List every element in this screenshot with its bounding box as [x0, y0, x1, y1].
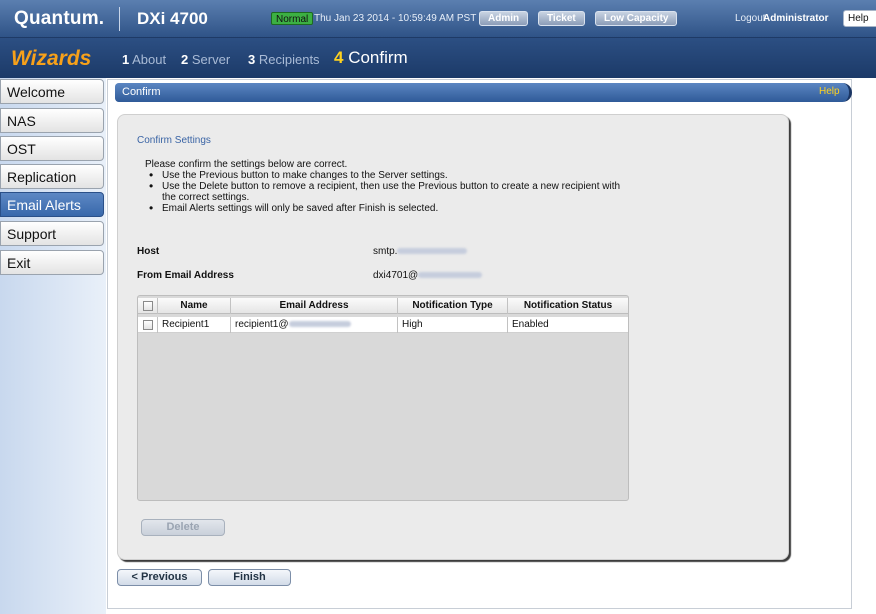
- recipient-email: recipient1@: [231, 317, 398, 333]
- admin-button[interactable]: Admin: [479, 11, 529, 26]
- section-header: [115, 83, 852, 102]
- logout-link[interactable]: Logout: [735, 12, 766, 25]
- low-capacity-button[interactable]: Low Capacity: [595, 11, 678, 26]
- instructions-list: Use the Previous button to make changes …: [145, 170, 635, 214]
- section-help-link[interactable]: Help: [819, 86, 840, 97]
- system-status-badge[interactable]: Normal: [271, 12, 314, 25]
- sidebar-item-email-alerts[interactable]: Email Alerts: [0, 192, 104, 217]
- from-email-label: From Email Address: [137, 270, 234, 281]
- select-all-cell: [138, 298, 158, 314]
- select-all-checkbox[interactable]: [143, 301, 153, 311]
- row-select-cell: [138, 317, 158, 333]
- product-name: DXi 4700: [137, 9, 208, 28]
- redacted-text: [397, 248, 468, 255]
- intro-text: Please confirm the settings below are co…: [145, 159, 348, 170]
- brand-divider: [119, 7, 120, 31]
- table-header-row: Name Email Address Notification Type Not…: [138, 298, 628, 314]
- column-header-notification-status[interactable]: Notification Status: [508, 298, 628, 314]
- recipient-email-text: recipient1@: [235, 319, 289, 330]
- step-label: Recipients: [258, 52, 320, 67]
- step-number: 1: [122, 52, 130, 67]
- wizard-step-recipients[interactable]: 3 Recipients: [248, 52, 320, 67]
- column-header-notification-type[interactable]: Notification Type: [398, 298, 508, 314]
- instruction-item: Email Alerts settings will only be saved…: [145, 203, 635, 214]
- redacted-text: [288, 321, 351, 328]
- from-email-text: dxi4701@: [373, 270, 419, 281]
- column-header-name[interactable]: Name: [158, 298, 231, 314]
- sidebar-item-support[interactable]: Support: [0, 221, 104, 246]
- column-header-email[interactable]: Email Address: [231, 298, 398, 314]
- wizards-title: Wizards: [11, 47, 92, 70]
- step-label: Server: [191, 52, 231, 67]
- ticket-button[interactable]: Ticket: [538, 11, 585, 26]
- panel-title: Confirm Settings: [137, 135, 211, 146]
- host-value-text: smtp.: [373, 246, 398, 257]
- host-label: Host: [137, 246, 160, 257]
- delete-button[interactable]: Delete: [141, 519, 225, 536]
- sidebar-item-welcome[interactable]: Welcome: [0, 79, 104, 104]
- finish-button[interactable]: Finish: [208, 569, 291, 586]
- instruction-item: Use the Delete button to remove a recipi…: [145, 181, 635, 203]
- sidebar-item-ost[interactable]: OST: [0, 136, 104, 161]
- quantum-logo: Quantum.: [14, 8, 105, 29]
- help-button[interactable]: Help: [843, 10, 876, 27]
- sidebar-item-replication[interactable]: Replication: [0, 164, 104, 189]
- wizard-step-confirm[interactable]: 4 Confirm: [334, 48, 408, 68]
- redacted-text: [418, 272, 483, 279]
- sidebar-item-exit[interactable]: Exit: [0, 250, 104, 275]
- notification-status: Enabled: [512, 319, 549, 330]
- instruction-item: Use the Previous button to make changes …: [145, 170, 635, 181]
- system-datetime: Thu Jan 23 2014 - 10:59:49 AM PST: [314, 13, 477, 24]
- wizard-step-server[interactable]: 2 Server: [181, 52, 230, 67]
- previous-button[interactable]: < Previous: [117, 569, 202, 586]
- step-number: 2: [181, 52, 189, 67]
- host-value: smtp.: [373, 246, 468, 257]
- row-checkbox[interactable]: [143, 320, 153, 330]
- recipient-name: Recipient1: [158, 317, 231, 333]
- wizard-step-about[interactable]: 1 About: [122, 52, 166, 67]
- section-title: Confirm: [122, 86, 161, 98]
- step-number: 4: [334, 48, 344, 67]
- table-row[interactable]: Recipient1 recipient1@ High Enabled: [138, 317, 628, 333]
- step-number: 3: [248, 52, 256, 67]
- step-label: About: [132, 52, 167, 67]
- notification-type: High: [398, 317, 508, 333]
- step-label: Confirm: [348, 48, 408, 67]
- from-email-value: dxi4701@: [373, 270, 483, 281]
- current-user: Administrator: [763, 13, 829, 24]
- sidebar-item-nas[interactable]: NAS: [0, 108, 104, 133]
